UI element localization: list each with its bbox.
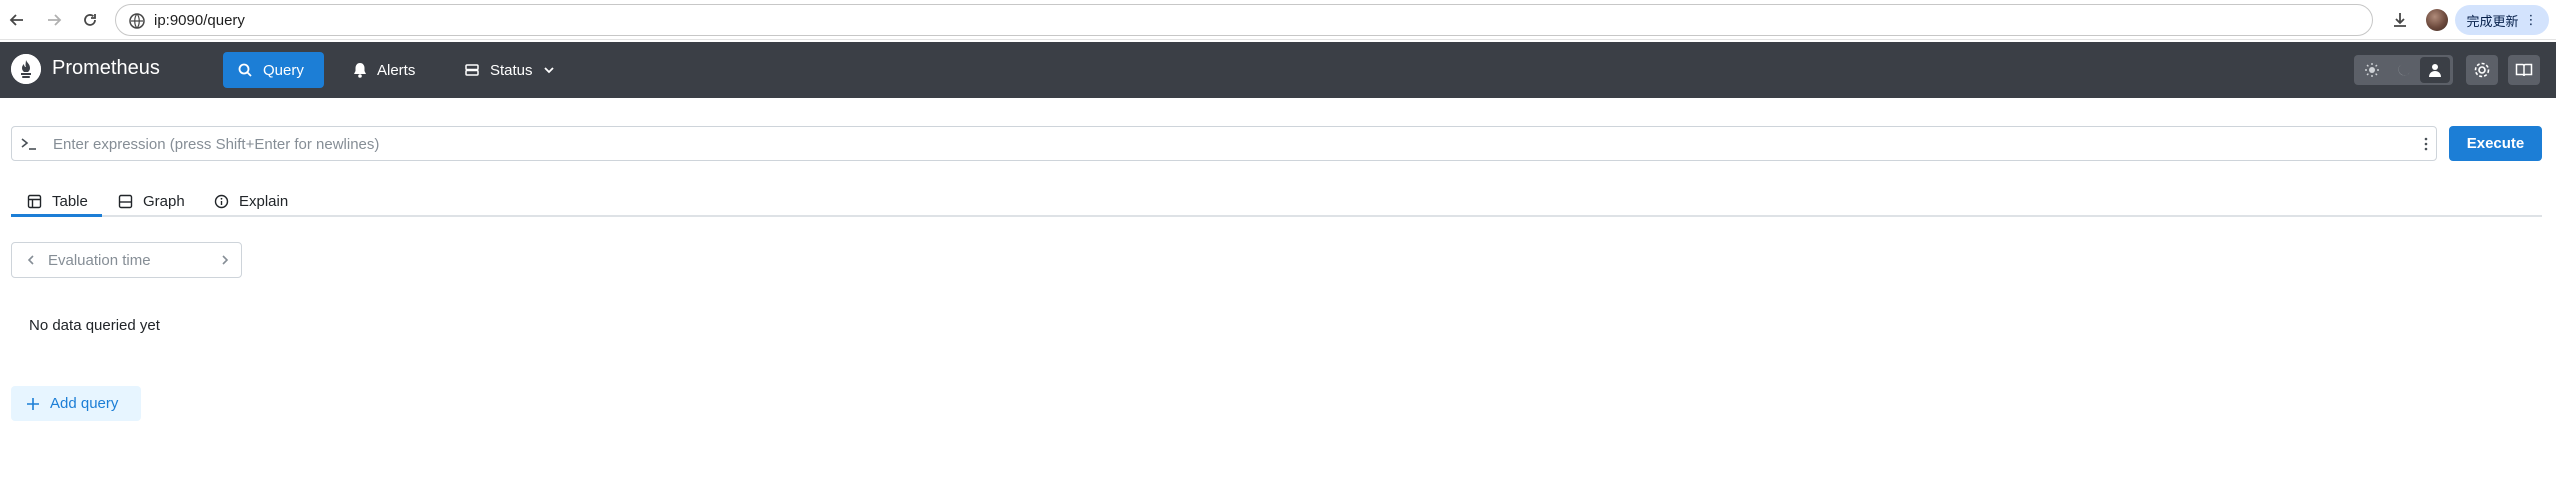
gear-icon (2474, 62, 2490, 78)
update-button[interactable]: 完成更新 ⋮ (2455, 5, 2549, 35)
more-vert-icon[interactable] (2418, 135, 2434, 153)
tabs-divider (11, 215, 2542, 217)
info-circle-icon (214, 194, 229, 208)
app-navbar: Prometheus Query Alerts Status (0, 42, 2556, 98)
tab-explain[interactable]: Explain (214, 186, 288, 216)
evaluation-time-picker[interactable]: Evaluation time (11, 242, 242, 278)
tab-table-label: Table (52, 192, 88, 210)
tab-graph[interactable]: Graph (118, 186, 185, 216)
tab-graph-label: Graph (143, 192, 185, 210)
active-tab-indicator (11, 214, 102, 217)
auto-theme-icon[interactable] (2420, 57, 2450, 83)
chart-area-icon (118, 194, 133, 208)
forward-arrow-icon[interactable] (43, 9, 65, 31)
bell-icon (354, 63, 366, 78)
tab-explain-label: Explain (239, 192, 289, 210)
download-icon[interactable] (2389, 9, 2411, 31)
nav-query-label: Query (263, 61, 304, 79)
docs-button[interactable] (2508, 55, 2540, 85)
terminal-prompt-icon (20, 135, 38, 158)
server-icon (465, 64, 479, 76)
add-query-label: Add query (50, 395, 119, 412)
nav-alerts-label: Alerts (377, 61, 416, 79)
chevron-left-icon[interactable] (25, 253, 37, 272)
evaluation-time-placeholder[interactable]: Evaluation time (48, 252, 151, 269)
plus-icon (27, 397, 39, 410)
chevron-down-icon (543, 67, 554, 74)
table-icon (27, 194, 42, 208)
nav-alerts[interactable]: Alerts (339, 52, 429, 88)
settings-button[interactable] (2466, 55, 2498, 85)
theme-switcher (2354, 55, 2453, 85)
light-theme-icon[interactable] (2356, 55, 2387, 85)
execute-button[interactable]: Execute (2449, 126, 2542, 161)
reload-icon[interactable] (79, 9, 101, 31)
chevron-right-icon[interactable] (219, 253, 231, 272)
book-icon (2515, 63, 2533, 77)
add-query-button[interactable]: Add query (11, 386, 141, 421)
search-icon (238, 63, 252, 77)
prometheus-logo[interactable] (11, 54, 41, 84)
nav-status[interactable]: Status (450, 52, 569, 88)
dark-theme-icon[interactable] (2388, 55, 2419, 85)
nav-status-label: Status (490, 61, 533, 79)
back-arrow-icon[interactable] (6, 9, 28, 31)
url-text[interactable]: ip:9090/query (154, 12, 245, 29)
site-info-icon[interactable] (128, 12, 146, 30)
browser-toolbar: ip:9090/query 完成更新 ⋮ (0, 0, 2556, 40)
tab-table[interactable]: Table (27, 186, 88, 216)
address-bar[interactable]: ip:9090/query (115, 4, 2373, 36)
update-button-label: 完成更新 (2466, 14, 2519, 30)
expression-editor[interactable] (11, 126, 2437, 161)
brand-name[interactable]: Prometheus (52, 57, 160, 80)
more-vert-icon: ⋮ (2524, 12, 2538, 28)
nav-query[interactable]: Query (223, 52, 324, 88)
expression-input[interactable] (53, 132, 2393, 156)
no-data-message: No data queried yet (29, 317, 160, 334)
profile-avatar[interactable] (2426, 9, 2448, 31)
